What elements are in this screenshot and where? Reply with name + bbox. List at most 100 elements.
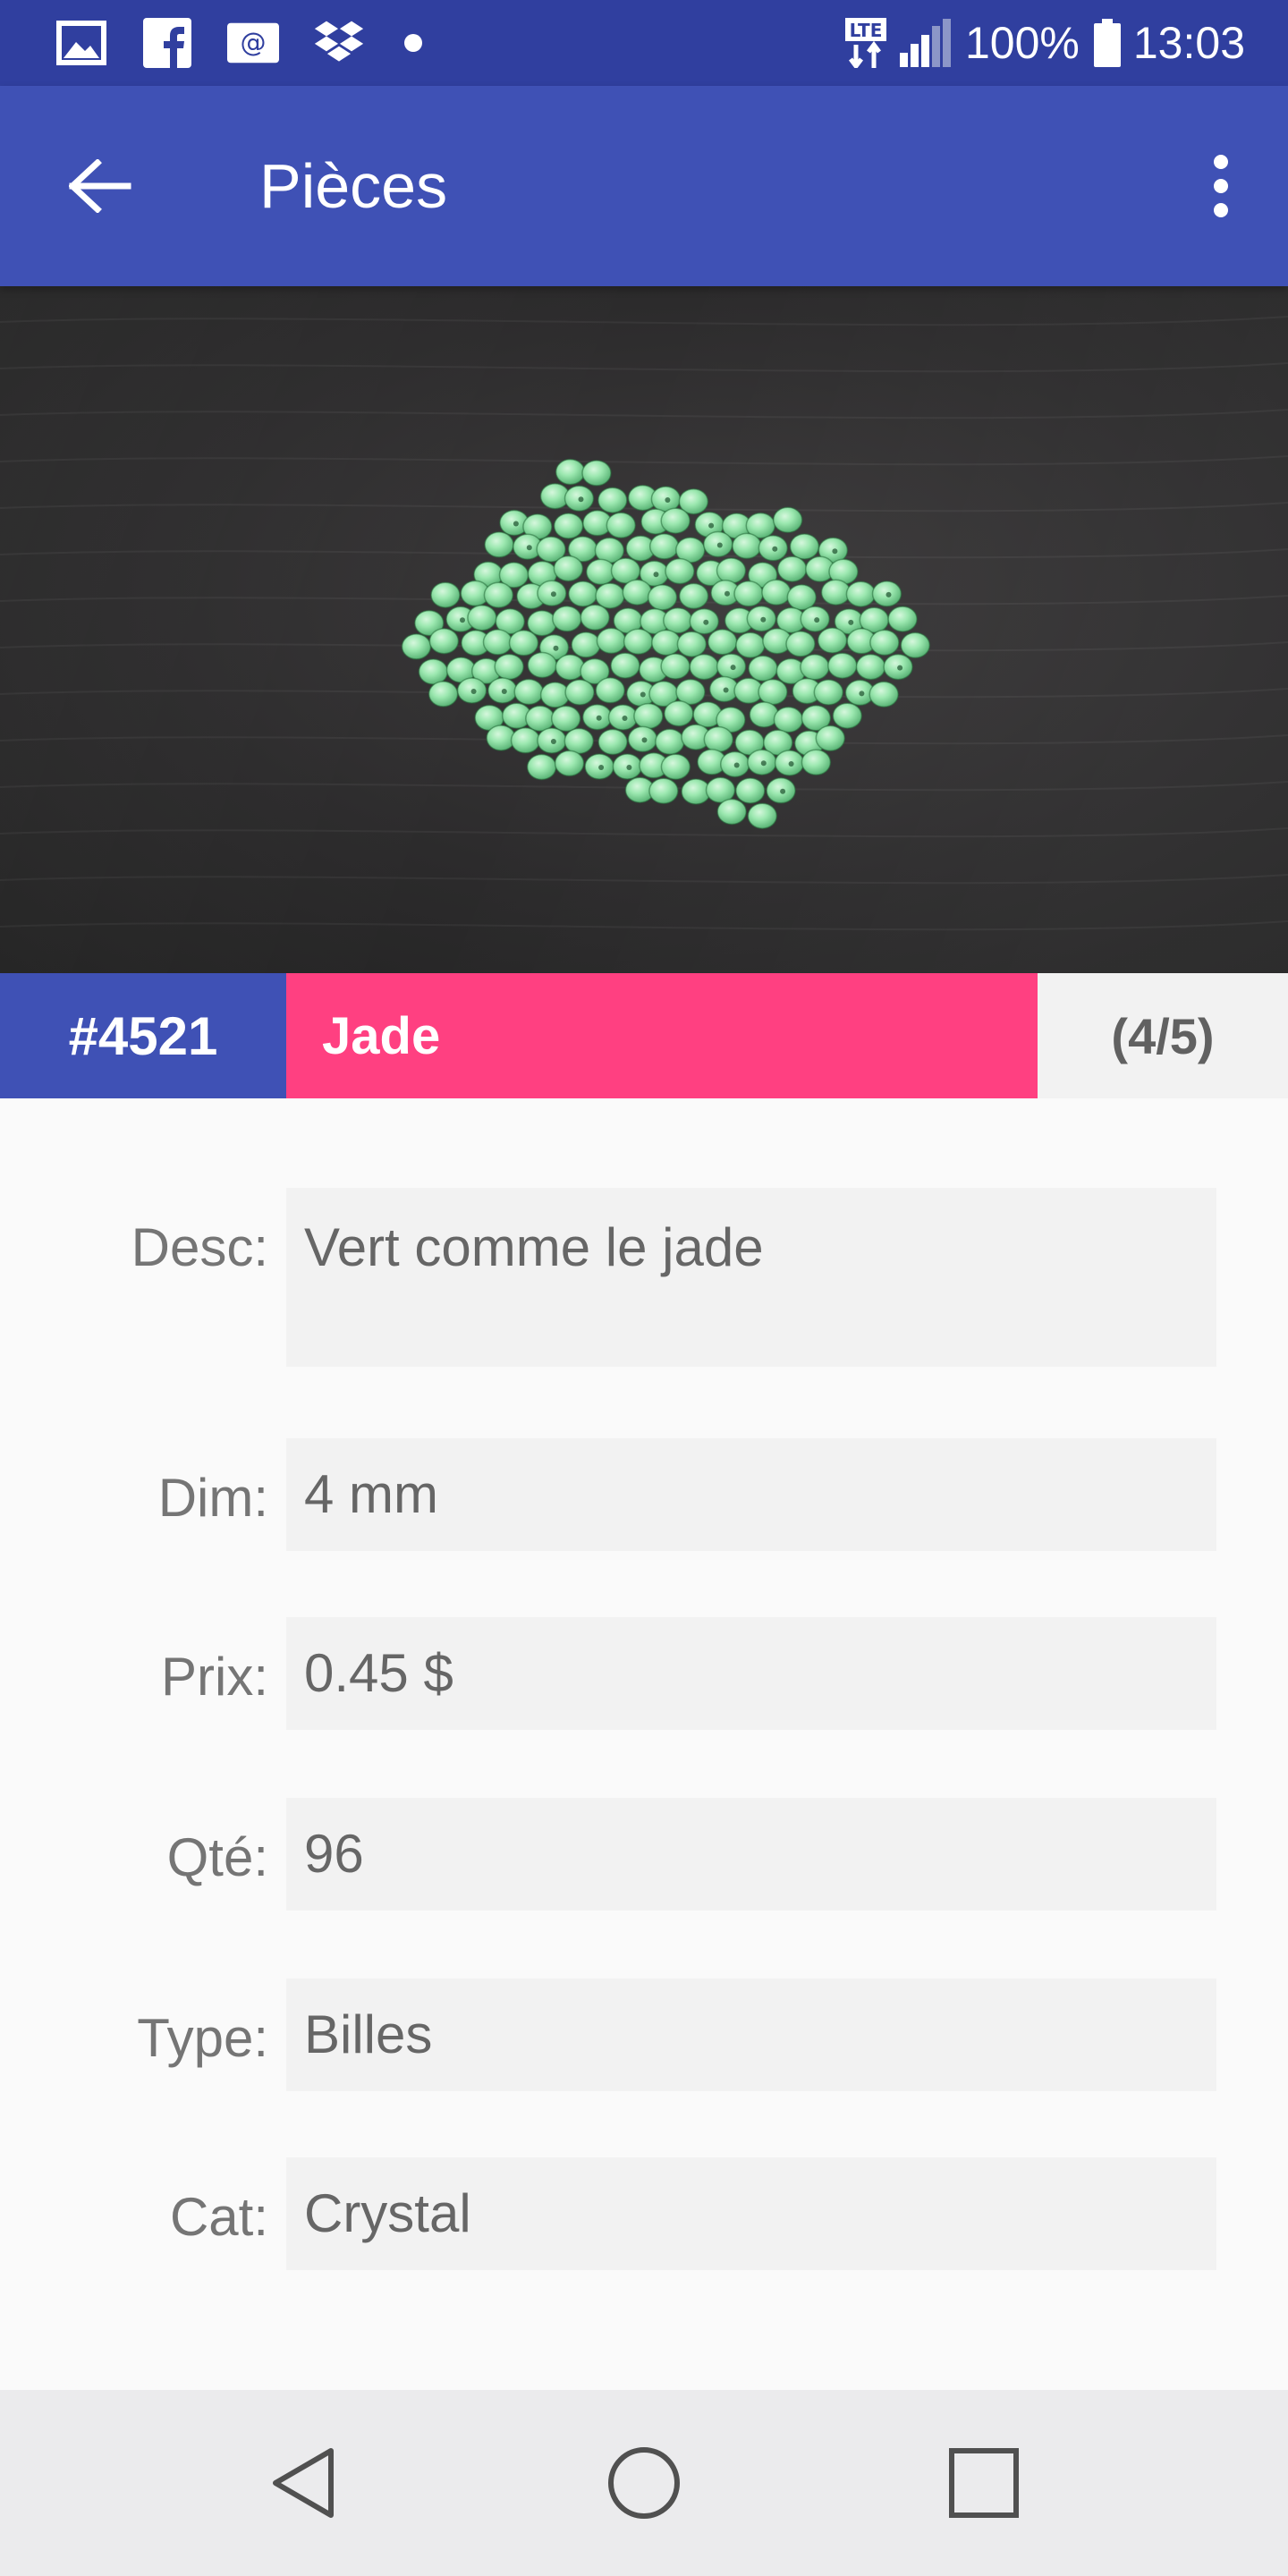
bead-hole (724, 590, 730, 597)
bead (484, 531, 514, 558)
app-bar: Pièces (0, 86, 1288, 286)
bead (733, 580, 764, 607)
clock: 13:03 (1132, 18, 1245, 68)
bead (716, 798, 747, 826)
bead-hole (641, 737, 648, 743)
bead (800, 654, 830, 681)
bead (887, 606, 918, 632)
nav-home-button[interactable] (590, 2429, 698, 2537)
bead-hole (460, 617, 465, 623)
bead (552, 606, 582, 632)
item-header: #4521 Jade (4/5) (0, 973, 1288, 1098)
bead-hole (723, 687, 729, 693)
nav-recents-button[interactable] (930, 2429, 1038, 2537)
bead (401, 633, 432, 660)
gallery-icon (55, 18, 107, 68)
item-id: #4521 (0, 973, 286, 1098)
bead (772, 506, 803, 534)
bead (845, 580, 877, 607)
bead (494, 653, 524, 681)
bead-hole (553, 645, 559, 651)
bead-hole (665, 497, 671, 503)
lte-icon: LTE (844, 18, 886, 68)
bead (610, 652, 640, 679)
bead-hole (596, 715, 602, 721)
bead (758, 678, 788, 706)
battery-percent: 100% (964, 18, 1080, 68)
bead-hole (626, 765, 632, 770)
bead (665, 557, 695, 585)
item-photo[interactable] (0, 286, 1288, 973)
back-button[interactable] (63, 148, 138, 224)
bead (597, 728, 628, 756)
bead (815, 724, 846, 752)
bead (703, 725, 734, 753)
price-field[interactable]: 0.45 $ (286, 1617, 1216, 1730)
type-row: Type: Billes (0, 1979, 1288, 2091)
bead (716, 557, 747, 584)
bead (813, 679, 844, 706)
bead (467, 604, 497, 631)
bead-hole (598, 765, 605, 770)
bead (647, 584, 678, 611)
bead (555, 458, 586, 486)
bead-hole (733, 762, 740, 768)
type-field[interactable]: Billes (286, 1979, 1216, 2091)
price-label: Prix: (161, 1647, 268, 1707)
bead-hole (897, 665, 903, 671)
triangle-back-icon (273, 2448, 334, 2518)
bead-hole (760, 760, 767, 767)
dim-label: Dim: (157, 1468, 268, 1528)
bead (428, 627, 460, 655)
bead (789, 533, 820, 560)
desc-row: Desc: Vert comme le jade (0, 1188, 1288, 1367)
desc-field[interactable]: Vert comme le jade (286, 1188, 1216, 1367)
bead (678, 582, 709, 610)
dot-icon (404, 34, 422, 52)
bead-hole (513, 521, 519, 527)
bead-hole (886, 591, 892, 597)
beads-image (0, 286, 1288, 973)
bead (663, 606, 693, 634)
bead (820, 579, 852, 606)
bead-hole (640, 691, 646, 698)
dropbox-icon (313, 18, 365, 68)
bead (595, 582, 625, 609)
bead (664, 699, 694, 727)
bead-hole (501, 689, 507, 694)
bead-hole (832, 548, 838, 555)
bead (735, 631, 766, 659)
bead-hole (859, 691, 865, 697)
bead (817, 627, 848, 654)
bead (430, 581, 461, 608)
system-nav-bar (0, 2390, 1288, 2576)
bead (597, 487, 628, 513)
email-icon: @ (227, 18, 279, 68)
bead (428, 681, 459, 708)
bead (623, 628, 654, 656)
bead-hole (550, 739, 556, 744)
bead (483, 581, 514, 609)
bead (555, 654, 586, 681)
overflow-menu-button[interactable] (1190, 145, 1252, 227)
bead-hole (708, 522, 715, 529)
bead-hole (848, 619, 854, 625)
page-title: Pièces (259, 151, 448, 221)
bead (596, 627, 627, 655)
qty-field[interactable]: 96 (286, 1798, 1216, 1911)
bead-hole (578, 496, 584, 503)
item-name: Jade (286, 973, 1038, 1098)
bead (832, 702, 863, 729)
facebook-icon (141, 18, 193, 68)
bead (786, 584, 818, 611)
bead-hole (470, 689, 477, 694)
cat-label: Cat: (169, 2187, 268, 2247)
qty-row: Qté: 96 (0, 1798, 1288, 1911)
bead (622, 579, 653, 606)
cat-row: Cat: Crystal (0, 2157, 1288, 2270)
dim-field[interactable]: 4 mm (286, 1438, 1216, 1551)
nav-back-button[interactable] (250, 2429, 358, 2537)
bead (550, 705, 581, 733)
bead (707, 628, 738, 656)
cat-field[interactable]: Crystal (286, 2157, 1216, 2270)
